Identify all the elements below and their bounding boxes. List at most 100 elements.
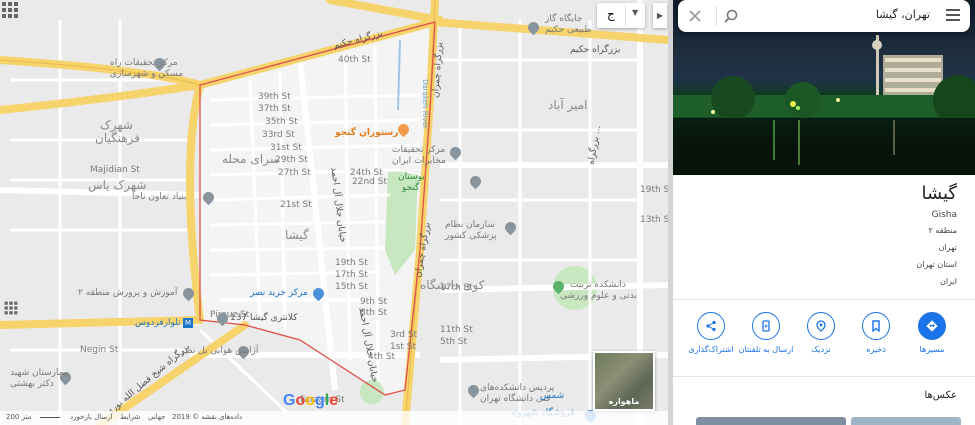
poi-road-research-1: مرکز تحقیقات راه	[110, 58, 178, 68]
area-sarai-mahalle: سرای محله	[222, 152, 280, 166]
street-9th: 9th St	[360, 297, 388, 307]
poi-tarbiat-1: دانشکده تربیت	[570, 280, 626, 290]
send-to-phone-button[interactable]: ارسال به تلفنتان	[738, 312, 794, 355]
street-22nd: 22nd St	[352, 177, 387, 187]
send-to-phone-icon	[752, 312, 780, 340]
directions-button[interactable]: مسیرها	[904, 312, 960, 355]
place-subtitle: Gisha	[931, 210, 957, 220]
directions-icon	[918, 312, 946, 340]
feedback-link[interactable]: ارسال بازخورد	[70, 413, 113, 421]
area-gisha: گیشا	[285, 228, 309, 242]
divider	[673, 299, 975, 300]
map-canvas[interactable]: بزرگراه حکیم بزرگراه حکیم بزرگراه چمران …	[0, 0, 673, 425]
metro-icon[interactable]: M	[183, 318, 193, 328]
road-label-hakim-east: بزرگراه حکیم	[570, 45, 621, 55]
poi-nasr: مرکز خرید نصر	[250, 288, 308, 298]
map-footer: 200 متر ارسال بازخورد شرایط جهانی داده‌ه…	[0, 411, 668, 425]
terms-link[interactable]: شرایط	[120, 413, 140, 421]
scale-label: 200 متر	[6, 413, 32, 421]
photos-heading: عکس‌ها	[924, 390, 957, 401]
street-8th: 8th St	[360, 308, 388, 318]
chevron-down-icon: ▼	[632, 8, 639, 17]
street-negin: Negin St	[80, 345, 119, 355]
share-icon	[697, 312, 725, 340]
poi-hospital-2: دکتر بهشتی	[10, 379, 54, 389]
address-line: منطقه ۲	[928, 226, 957, 235]
poi-telecom-2: مخابرات ایران	[392, 156, 446, 166]
language-label: ج	[607, 7, 615, 21]
share-button[interactable]: اشتراک‌گذاری	[683, 312, 739, 355]
poi-ganjo-park-1: بوستان	[398, 172, 425, 182]
poi-amoozesh: آموزش و پرورش منطقه ۲	[78, 288, 178, 298]
street-27th: 27th St	[278, 168, 311, 178]
street-40th: 40th St	[338, 55, 371, 65]
google-logo: Google	[283, 392, 339, 409]
satellite-toggle[interactable]: ماهواره	[593, 351, 655, 411]
send-to-phone-label: ارسال به تلفنتان	[738, 345, 794, 354]
world-link[interactable]: جهانی	[148, 413, 165, 421]
poi-ganjo-park-2: گنجو	[402, 183, 420, 193]
map-data-credit: داده‌های نقشه © 2019	[172, 413, 243, 421]
street-15th: 15th St	[335, 282, 368, 292]
poi-hospital-1: بیمارستان شهید	[10, 368, 70, 378]
street-4th: 4th St	[368, 352, 396, 362]
street-5th: 5th St	[440, 337, 468, 347]
area-shahrak-yas: شهرک یاس	[88, 178, 147, 192]
share-label: اشتراک‌گذاری	[688, 345, 734, 354]
chevron-right-icon: ▶	[656, 11, 664, 20]
street-3rd: 3rd St	[390, 330, 418, 340]
photo-thumbnail[interactable]	[851, 417, 961, 425]
search-input[interactable]: تهران، گیشا	[876, 8, 930, 21]
address-line: تهران	[938, 243, 957, 252]
area-amirabad: امیر آباد	[548, 98, 588, 112]
save-button[interactable]: ذخیره	[848, 312, 904, 355]
nearby-label: نزدیک	[811, 345, 831, 354]
street-19th: 19th St	[335, 258, 368, 268]
poi-road-research-2: مسکن و شهرسازی	[110, 69, 184, 79]
search-icon[interactable]	[724, 9, 738, 23]
place-title: گیشا	[921, 183, 957, 204]
poi-kalantari: کلانتری گیشا 137	[230, 313, 298, 323]
address-line: استان تهران	[916, 260, 957, 269]
river-label: Darakeh River	[420, 79, 429, 129]
address-line: ایران	[940, 277, 957, 286]
street-39th: 39th St	[258, 92, 291, 102]
directions-label: مسیرها	[919, 345, 945, 354]
poi-naji: بنیاد تعاون ناجا	[132, 192, 187, 202]
poi-gas-station-2: طبیعی حکیم	[545, 25, 592, 35]
street-37th: 37th St	[258, 104, 291, 114]
nearby-icon	[807, 312, 835, 340]
poi-nezam-2: پزشکی کشور	[445, 231, 497, 241]
collapse-panel-button[interactable]: ▶	[653, 3, 667, 28]
area-farhangian: فرهنگیان	[95, 131, 141, 145]
street-11th: 11th St	[440, 325, 473, 335]
nearby-button[interactable]: نزدیک	[793, 312, 849, 355]
poi-metro: تلوارفردوس	[135, 318, 181, 328]
place-panel: تهران، گیشا گیشا Gisha منطقه ۲ تهران است…	[673, 0, 975, 425]
poi-telecom-1: مرکز تحقیقات	[392, 145, 446, 155]
menu-icon[interactable]	[946, 9, 960, 21]
photo-thumbnail[interactable]	[696, 417, 846, 425]
area-kooy: کوی دانشگاه	[420, 278, 485, 292]
search-divider	[716, 6, 717, 26]
street-1st: 1st St	[390, 342, 417, 352]
poi-ganjo-restaurant: رستوران گنجو	[335, 128, 399, 138]
satellite-label: ماهواره	[608, 397, 640, 406]
poi-tarbiat-2: بدنی و علوم ورزشی	[560, 291, 637, 301]
area-shahrak: شهرک	[100, 118, 133, 132]
street-33rd: 33rd St	[262, 130, 295, 140]
street-35th: 35th St	[265, 117, 298, 127]
poi-shams: شمس	[540, 391, 565, 401]
apps-grid-icon[interactable]	[0, 0, 20, 20]
divider	[673, 376, 975, 377]
language-dropdown[interactable]: ج ▼	[597, 3, 645, 28]
street-pas-farhangian: Majidian St	[90, 165, 140, 175]
street-21st: 21st St	[280, 200, 312, 210]
close-icon[interactable]	[688, 9, 702, 23]
save-label: ذخیره	[866, 345, 886, 354]
street-17th: 17th St	[335, 270, 368, 280]
poi-airline: آژانس هوایی بل نصر	[180, 346, 259, 356]
search-box[interactable]: تهران، گیشا	[678, 0, 970, 32]
bookmark-icon	[862, 312, 890, 340]
poi-gas-station-1: جایگاه گاز	[545, 14, 583, 24]
